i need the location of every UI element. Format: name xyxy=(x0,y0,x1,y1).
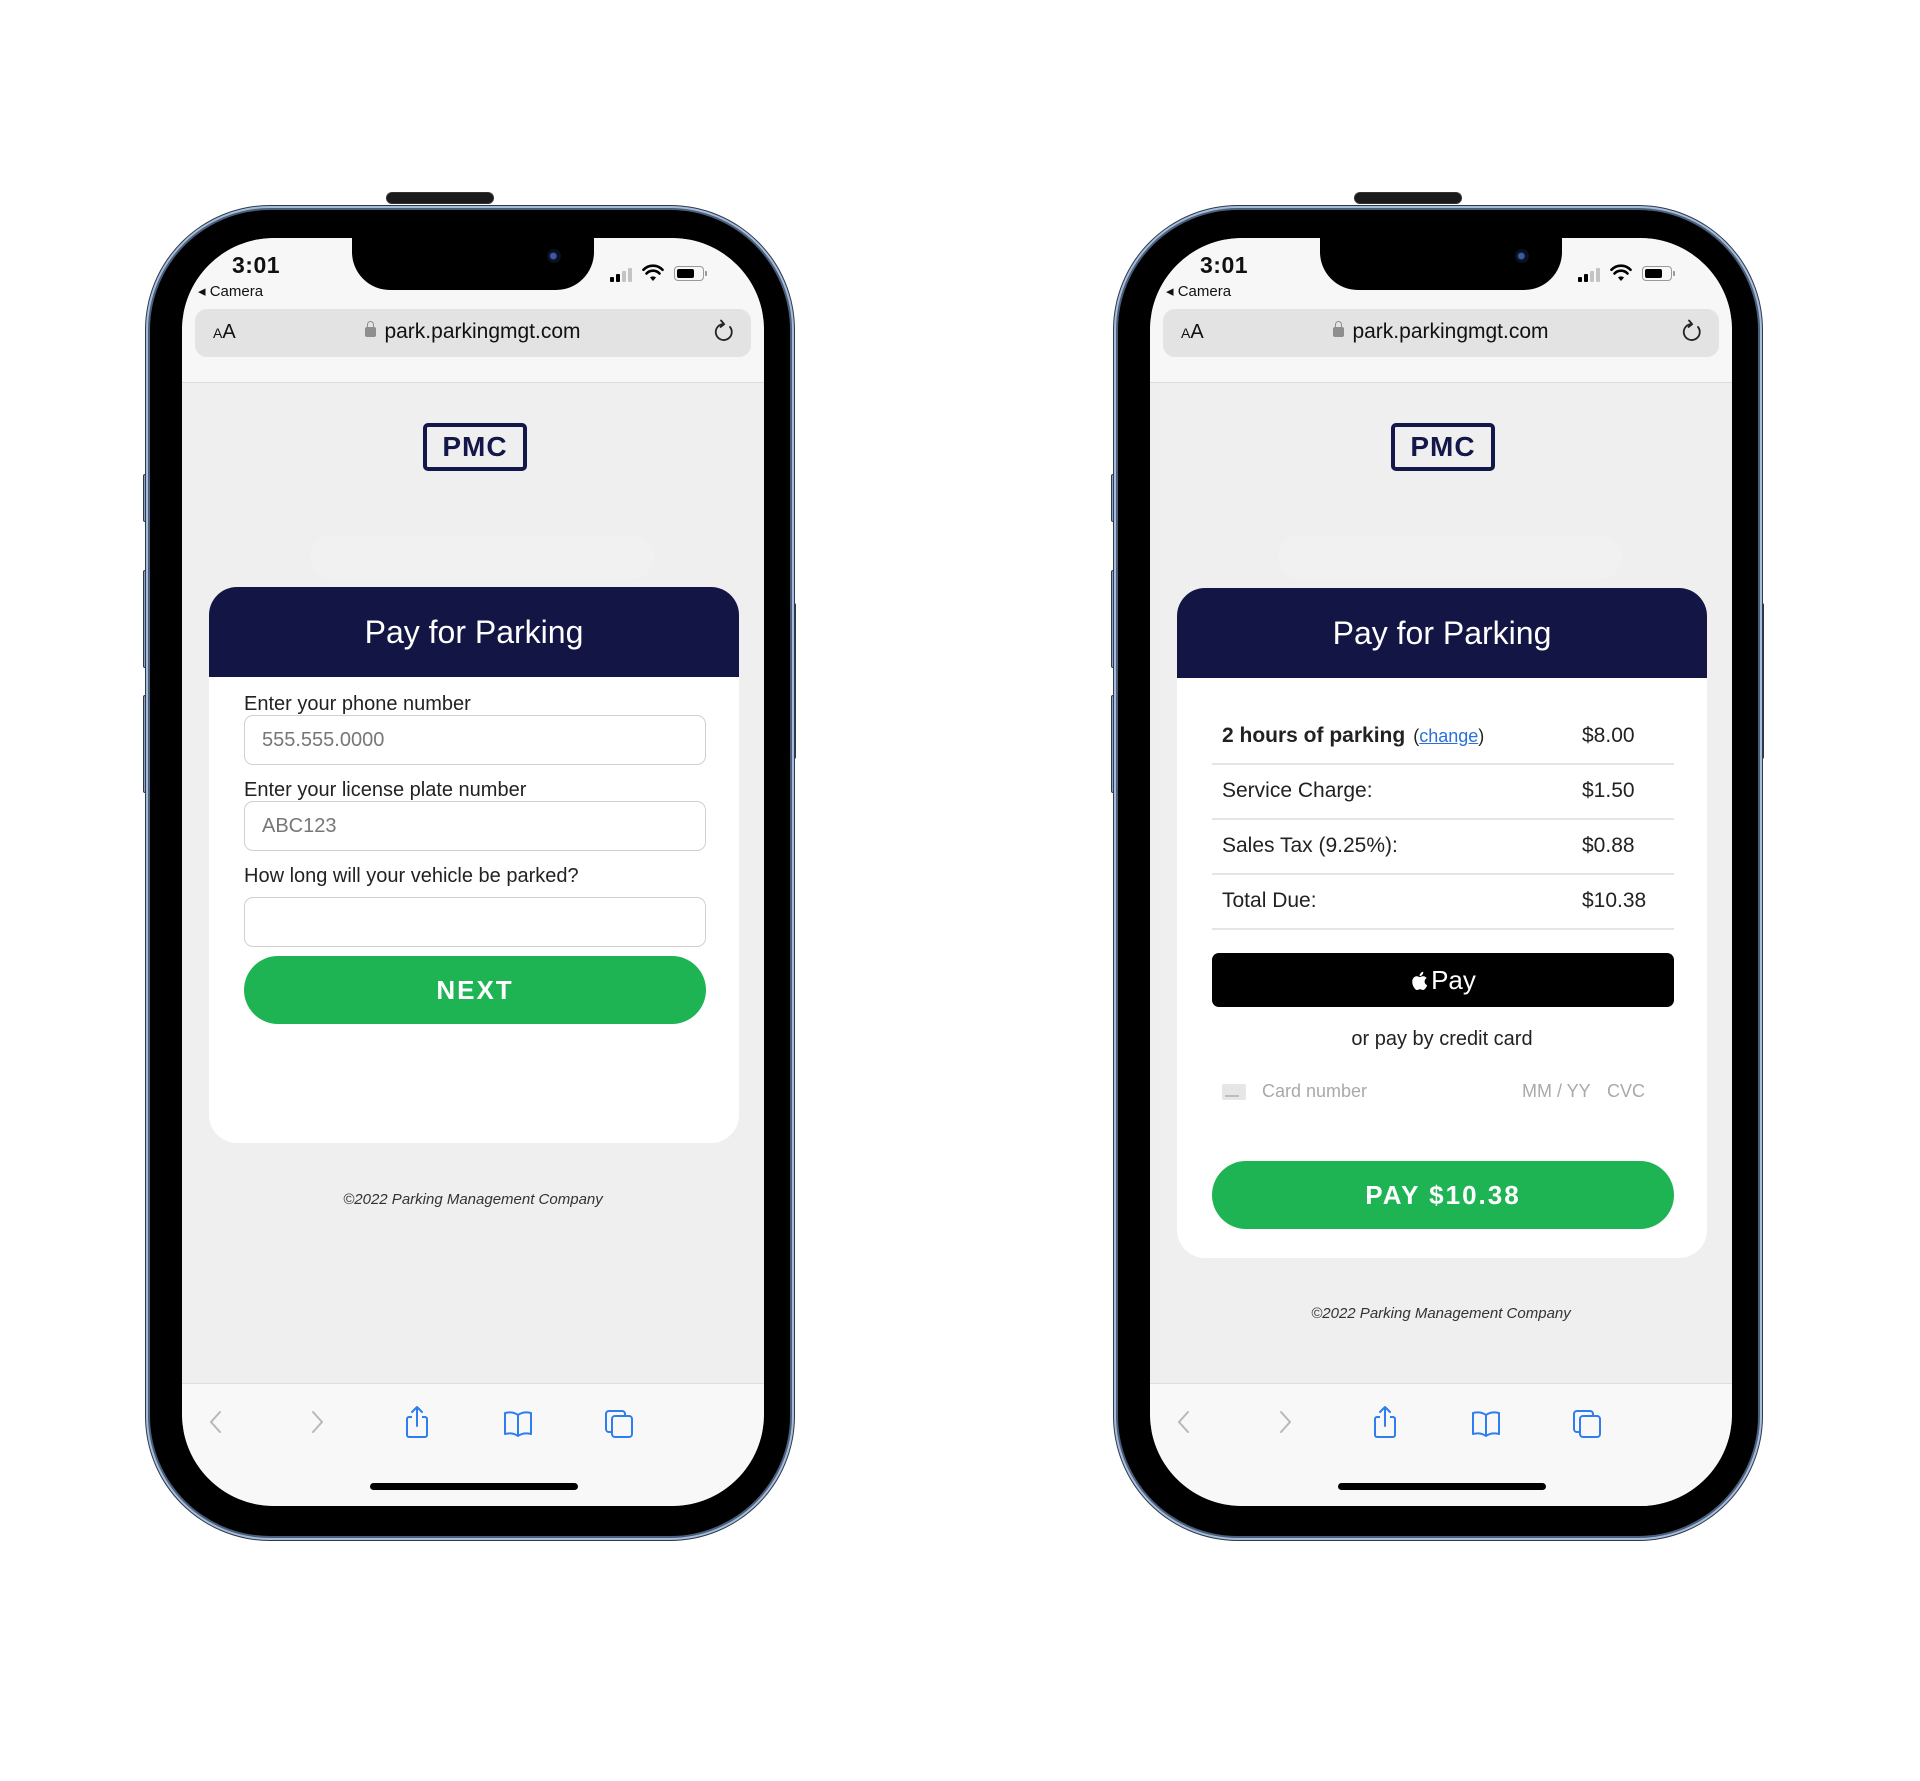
back-icon[interactable] xyxy=(1167,1404,1201,1440)
pay-button[interactable]: PAY $10.38 xyxy=(1212,1161,1674,1229)
wifi-icon xyxy=(1610,264,1632,281)
earpiece-speaker xyxy=(386,192,494,204)
back-to-camera-link[interactable]: ◂ Camera xyxy=(198,282,263,300)
card-details-input[interactable]: Card number MM / YY CVC xyxy=(1222,1078,1662,1108)
back-icon[interactable] xyxy=(199,1404,233,1440)
volume-up-button xyxy=(1111,570,1118,668)
lock-icon xyxy=(1333,321,1345,337)
power-button xyxy=(789,603,796,759)
notch xyxy=(1320,238,1562,290)
phone-number-label: Enter your phone number xyxy=(244,693,471,715)
battery-icon xyxy=(674,266,707,281)
power-button xyxy=(1757,603,1764,759)
sales-tax-label: Sales Tax (9.25%): xyxy=(1222,834,1398,857)
reload-icon[interactable] xyxy=(1679,319,1705,345)
lock-icon xyxy=(365,321,377,337)
card-expiry-input[interactable]: MM / YY xyxy=(1522,1081,1591,1102)
phone-frame: 3:01 ◂ Camera AA park.parkingmgt.com PMC xyxy=(1118,192,1758,1536)
url-display[interactable]: park.parkingmgt.com xyxy=(1163,320,1719,344)
copyright-footer: ©2022 Parking Management Company xyxy=(343,1191,603,1208)
status-time: 3:01 xyxy=(1200,252,1249,278)
volume-up-button xyxy=(143,570,150,668)
notch xyxy=(352,238,594,290)
home-indicator xyxy=(1338,1483,1546,1490)
front-camera xyxy=(547,249,561,263)
next-button[interactable]: NEXT xyxy=(244,956,706,1024)
phone-screen: 3:01 ◂ Camera AA park.parkingmgt.com PMC xyxy=(182,238,764,1506)
parking-duration-label: 2 hours of parking xyxy=(1222,724,1406,747)
card-cvc-input[interactable]: CVC xyxy=(1607,1081,1645,1102)
decorative-placeholder xyxy=(310,535,654,579)
forward-icon[interactable] xyxy=(300,1404,334,1440)
safari-address-area: AA park.parkingmgt.com xyxy=(182,309,764,383)
card-number-input[interactable]: Card number xyxy=(1262,1081,1367,1102)
sales-tax-amount: $0.88 xyxy=(1582,834,1635,857)
phone-mockup-left: 3:01 ◂ Camera AA park.parkingmgt.com PMC xyxy=(143,192,796,1536)
battery-icon xyxy=(1642,266,1675,281)
silent-switch xyxy=(143,474,150,522)
bookmarks-icon[interactable] xyxy=(1469,1404,1503,1440)
service-charge-amount: $1.50 xyxy=(1582,779,1635,802)
home-indicator xyxy=(370,1483,578,1490)
or-pay-by-card-text: or pay by credit card xyxy=(1351,1028,1533,1050)
reload-icon[interactable] xyxy=(711,319,737,345)
apple-logo-icon xyxy=(1412,971,1428,990)
duration-label: How long will your vehicle be parked? xyxy=(244,865,579,887)
volume-down-button xyxy=(143,695,150,793)
pmc-logo: PMC xyxy=(1391,423,1495,471)
payment-card: Pay for Parking 2 hours of parking (chang… xyxy=(1177,588,1707,1258)
change-duration-link[interactable]: change xyxy=(1419,726,1478,746)
share-icon[interactable] xyxy=(1368,1404,1402,1440)
tabs-icon[interactable] xyxy=(1570,1404,1604,1440)
total-due-label: Total Due: xyxy=(1222,889,1317,912)
safari-toolbar xyxy=(1150,1383,1732,1506)
credit-card-icon xyxy=(1222,1084,1246,1100)
service-charge-label: Service Charge: xyxy=(1222,779,1373,802)
back-to-camera-link[interactable]: ◂ Camera xyxy=(1166,282,1231,300)
cellular-signal-icon xyxy=(610,268,636,282)
parking-amount: $8.00 xyxy=(1582,724,1635,747)
tabs-icon[interactable] xyxy=(602,1404,636,1440)
card-title: Pay for Parking xyxy=(1177,588,1707,678)
total-due-amount: $10.38 xyxy=(1582,889,1647,912)
duration-input[interactable] xyxy=(244,897,706,947)
url-display[interactable]: park.parkingmgt.com xyxy=(195,320,751,344)
license-plate-input[interactable]: ABC123 xyxy=(244,801,706,851)
safari-address-area: AA park.parkingmgt.com xyxy=(1150,309,1732,383)
apple-pay-button[interactable]: Pay xyxy=(1212,953,1674,1007)
summary-row-total: Total Due: $10.38 xyxy=(1212,875,1674,930)
parking-form-card: Pay for Parking Enter your phone number … xyxy=(209,587,739,1143)
summary-row-parking: 2 hours of parking (change) $8.00 xyxy=(1212,710,1674,765)
forward-icon[interactable] xyxy=(1268,1404,1302,1440)
pmc-logo: PMC xyxy=(423,423,527,471)
wifi-icon xyxy=(642,264,664,281)
card-title: Pay for Parking xyxy=(209,587,739,677)
summary-row-tax: Sales Tax (9.25%): $0.88 xyxy=(1212,820,1674,875)
silent-switch xyxy=(1111,474,1118,522)
phone-number-input[interactable]: 555.555.0000 xyxy=(244,715,706,765)
phone-mockup-right: 3:01 ◂ Camera AA park.parkingmgt.com PMC xyxy=(1111,192,1764,1536)
decorative-placeholder xyxy=(1278,535,1622,579)
earpiece-speaker xyxy=(1354,192,1462,204)
phone-screen: 3:01 ◂ Camera AA park.parkingmgt.com PMC xyxy=(1150,238,1732,1506)
cellular-signal-icon xyxy=(1578,268,1604,282)
license-plate-label: Enter your license plate number xyxy=(244,779,527,801)
phone-frame: 3:01 ◂ Camera AA park.parkingmgt.com PMC xyxy=(150,192,790,1536)
summary-row-service: Service Charge: $1.50 xyxy=(1212,765,1674,820)
bookmarks-icon[interactable] xyxy=(501,1404,535,1440)
copyright-footer: ©2022 Parking Management Company xyxy=(1311,1305,1571,1322)
address-bar[interactable]: AA park.parkingmgt.com xyxy=(1163,309,1719,357)
status-time: 3:01 xyxy=(232,252,281,278)
volume-down-button xyxy=(1111,695,1118,793)
front-camera xyxy=(1515,249,1529,263)
address-bar[interactable]: AA park.parkingmgt.com xyxy=(195,309,751,357)
safari-toolbar xyxy=(182,1383,764,1506)
share-icon[interactable] xyxy=(400,1404,434,1440)
